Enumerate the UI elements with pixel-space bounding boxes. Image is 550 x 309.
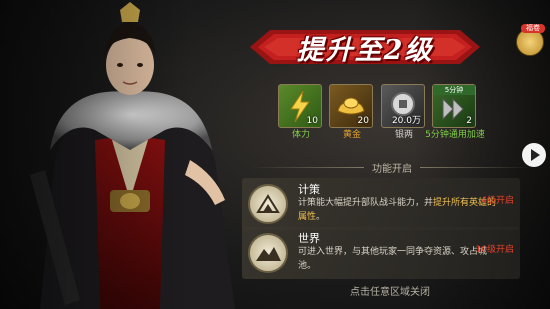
- reward-label: 5分钟通用加速: [425, 130, 485, 140]
- reward-speedup[interactable]: 5分钟 2 5分钟通用加速: [425, 84, 485, 141]
- feature-title: 世界: [298, 232, 320, 245]
- page-title: 提升至2级: [296, 34, 434, 66]
- feature-icon: [248, 184, 288, 224]
- reward-count: 20.0万: [391, 116, 421, 126]
- reward-label: 银两: [394, 130, 413, 140]
- reward-count: 20: [357, 116, 369, 126]
- reward-count: 2: [466, 116, 472, 126]
- reward-stamina[interactable]: 10 体力: [278, 84, 324, 141]
- divider-line-right: [420, 166, 532, 168]
- feature-row-world[interactable]: 世界 可进入世界，与其他玩家一同争夺资源、攻占城池。 10级开启: [242, 227, 520, 279]
- reward-gold[interactable]: 20 黄金: [329, 84, 375, 141]
- strategy-mountain-icon: [256, 194, 280, 213]
- world-mountain-icon: [256, 247, 281, 261]
- feature-description: 计策能大幅提升部队战斗能力，并提升所有英雄的属性。: [298, 196, 498, 224]
- reward-duration-tag: 5分钟: [433, 85, 475, 95]
- feature-desc-text: 计策能大幅提升部队战斗能力，并: [298, 198, 434, 208]
- unlock-level: 10级开启: [475, 245, 514, 255]
- feature-icon: [248, 233, 288, 273]
- reward-count: 10: [306, 116, 318, 126]
- feature-title: 计策: [298, 183, 320, 196]
- side-gift-tag: 福卷: [521, 24, 545, 33]
- unlock-level: 4级开启: [481, 196, 514, 206]
- feature-desc-end: 。: [316, 212, 326, 222]
- reward-label: 体力: [291, 130, 310, 140]
- reward-label: 黄金: [342, 130, 361, 140]
- feature-row-strategy[interactable]: 计策 计策能大幅提升部队战斗能力，并提升所有英雄的属性。 4级开启: [242, 178, 520, 230]
- feature-description: 可进入世界，与其他玩家一同争夺资源、攻占城池。: [298, 247, 488, 271]
- section-label: 功能开启: [372, 163, 412, 175]
- section-divider: 功能开启: [252, 160, 532, 175]
- reward-silver[interactable]: 20.0万 银两: [381, 84, 427, 141]
- divider-line-left: [252, 166, 364, 168]
- close-hint[interactable]: 点击任意区域关闭: [250, 283, 530, 298]
